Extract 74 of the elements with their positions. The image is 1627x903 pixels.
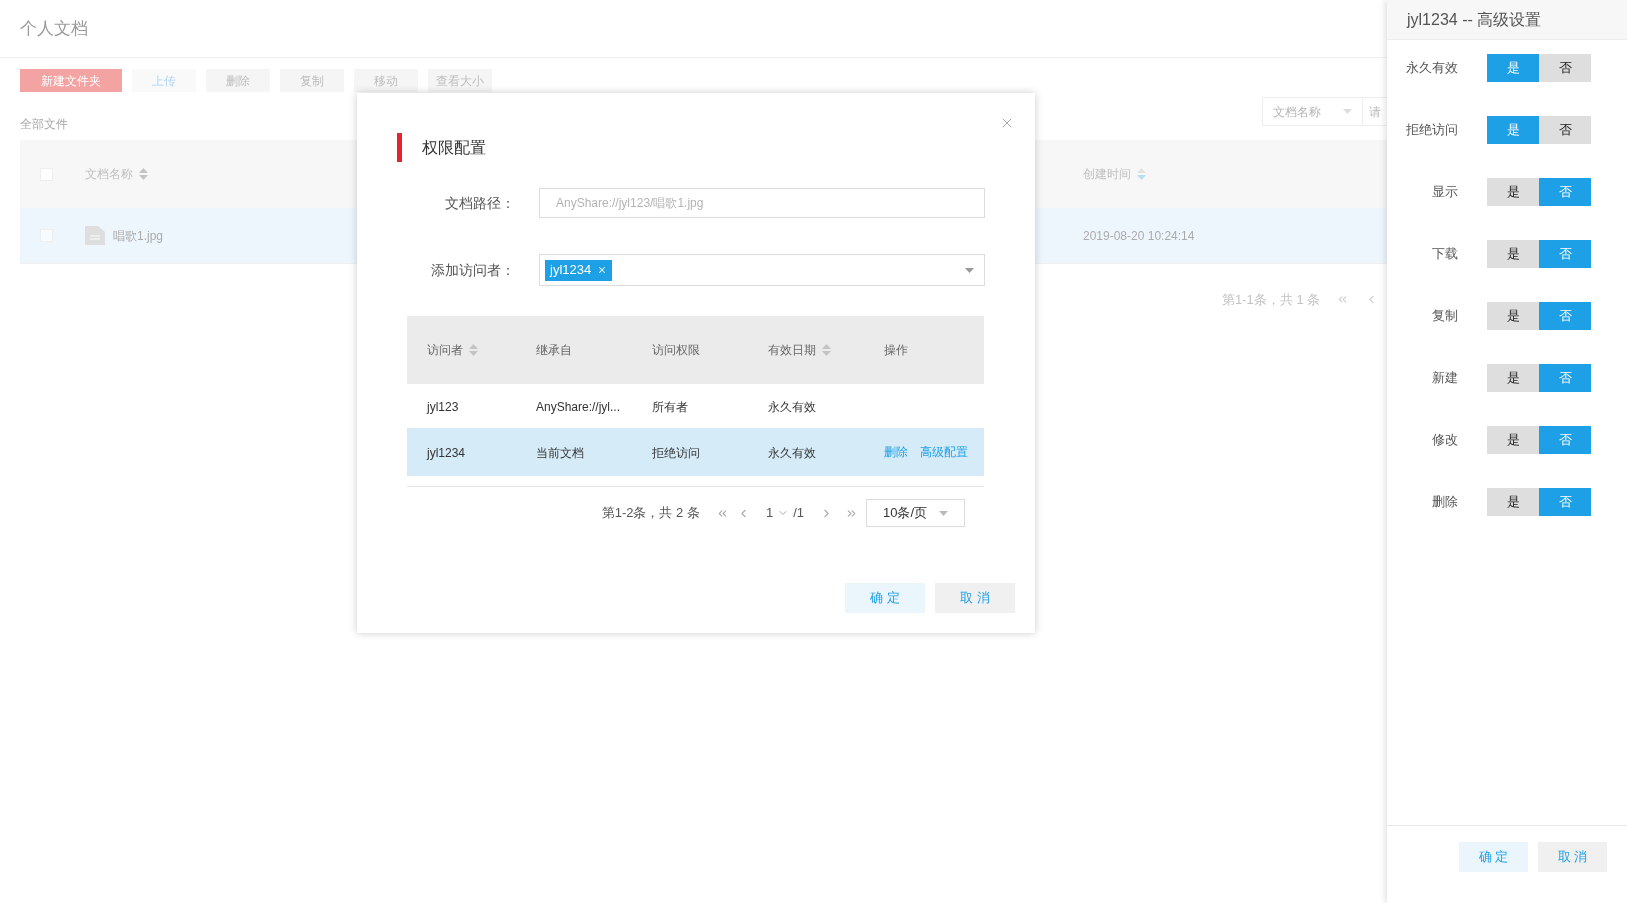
toggle-option[interactable]: 是 bbox=[1487, 426, 1539, 454]
visitor-tag[interactable]: jyl1234 bbox=[545, 259, 613, 281]
search-scope: 文档名称 bbox=[1273, 103, 1321, 121]
toggle-option[interactable]: 否 bbox=[1539, 364, 1591, 392]
toolbar-button[interactable]: 上传 bbox=[132, 69, 196, 92]
field-label: 添加访问者： bbox=[430, 260, 516, 280]
toggle-option[interactable]: 否 bbox=[1539, 302, 1591, 330]
current-page[interactable]: 1 bbox=[765, 503, 774, 523]
caret-icon bbox=[939, 510, 948, 516]
page-size-select[interactable]: 10条/页 bbox=[866, 499, 965, 527]
caret-icon bbox=[965, 267, 974, 273]
column-header: 继承自 bbox=[536, 342, 572, 359]
sort-icon[interactable] bbox=[822, 344, 831, 356]
action-link[interactable]: 删除 bbox=[884, 443, 908, 461]
path-field[interactable]: AnyShare://jyl123/唱歌1.jpg bbox=[539, 188, 985, 218]
toggle-option[interactable]: 是 bbox=[1487, 178, 1539, 206]
table-cell: 永久有效 bbox=[768, 446, 816, 460]
cancel-button[interactable]: 取 消 bbox=[935, 583, 1015, 613]
confirm-button[interactable]: 确 定 bbox=[845, 583, 925, 613]
setting-label: 修改 bbox=[1431, 431, 1458, 450]
toggle-option[interactable]: 是 bbox=[1487, 116, 1539, 144]
toggle-option[interactable]: 否 bbox=[1539, 116, 1591, 144]
pagination-summary: 第1-1条，共 1 条 bbox=[1222, 291, 1321, 309]
toolbar-button[interactable]: 新建文件夹 bbox=[20, 69, 122, 92]
column-header[interactable]: 有效日期 bbox=[768, 341, 831, 359]
setting-label: 永久有效 bbox=[1405, 59, 1458, 78]
visitor-select[interactable]: jyl1234 bbox=[539, 254, 985, 286]
caret-icon bbox=[1343, 109, 1352, 114]
action-link[interactable]: 高级配置 bbox=[920, 443, 968, 461]
toggle-option[interactable]: 否 bbox=[1539, 54, 1591, 82]
sort-icon[interactable] bbox=[469, 344, 478, 356]
dialog-title: 权限配置 bbox=[422, 137, 486, 158]
sort-icon[interactable] bbox=[139, 168, 148, 180]
setting-label: 新建 bbox=[1431, 369, 1458, 388]
setting-label: 拒绝访问 bbox=[1405, 121, 1458, 140]
table-cell: 所有者 bbox=[652, 400, 688, 414]
created-time: 2019-08-20 10:24:14 bbox=[1083, 227, 1195, 245]
toggle-option[interactable]: 否 bbox=[1539, 426, 1591, 454]
sort-icon[interactable] bbox=[1137, 168, 1146, 180]
page-title: 个人文档 bbox=[20, 17, 88, 40]
setting-label: 复制 bbox=[1431, 307, 1458, 326]
toggle-option[interactable]: 是 bbox=[1487, 364, 1539, 392]
column-header[interactable]: 访问者 bbox=[427, 341, 478, 359]
table-cell: 拒绝访问 bbox=[652, 446, 700, 460]
table-row[interactable]: jyl1234 当前文档 拒绝访问 永久有效 删除 高级配置 bbox=[407, 428, 984, 476]
breadcrumb[interactable]: 全部文件 bbox=[20, 115, 68, 133]
setting-label: 下载 bbox=[1431, 245, 1458, 264]
table-cell: AnyShare://jyl... bbox=[536, 400, 621, 414]
setting-label: 显示 bbox=[1431, 183, 1458, 202]
page-total: /1 bbox=[793, 504, 804, 523]
file-name[interactable]: 唱歌1.jpg bbox=[113, 226, 164, 245]
remove-icon[interactable] bbox=[597, 265, 608, 275]
table-cell: jyl123 bbox=[427, 400, 459, 414]
setting-label: 删除 bbox=[1431, 493, 1458, 512]
panel-title: jyl1234 -- 高级设置 bbox=[1407, 9, 1542, 30]
toggle-option[interactable]: 是 bbox=[1487, 54, 1539, 82]
toggle-option[interactable]: 是 bbox=[1487, 240, 1539, 268]
title-accent-bar bbox=[397, 133, 402, 162]
table-cell: 永久有效 bbox=[768, 400, 816, 414]
toggle-option[interactable]: 否 bbox=[1539, 178, 1591, 206]
column-header: 访问权限 bbox=[652, 342, 700, 359]
toggle-option[interactable]: 否 bbox=[1539, 240, 1591, 268]
confirm-button[interactable]: 确 定 bbox=[1459, 842, 1528, 872]
table-cell: jyl1234 bbox=[427, 446, 466, 460]
toggle-option[interactable]: 是 bbox=[1487, 488, 1539, 516]
toggle-option[interactable]: 是 bbox=[1487, 302, 1539, 330]
column-header: 操作 bbox=[884, 342, 908, 359]
field-label: 文档路径： bbox=[444, 193, 516, 213]
pagination-summary: 第1-2条，共 2 条 bbox=[601, 504, 700, 523]
search-field[interactable]: 请 bbox=[1363, 98, 1403, 125]
table-cell: 当前文档 bbox=[536, 446, 584, 460]
cancel-button[interactable]: 取 消 bbox=[1538, 842, 1607, 872]
document-icon bbox=[85, 226, 105, 245]
toggle-option[interactable]: 否 bbox=[1539, 488, 1591, 516]
